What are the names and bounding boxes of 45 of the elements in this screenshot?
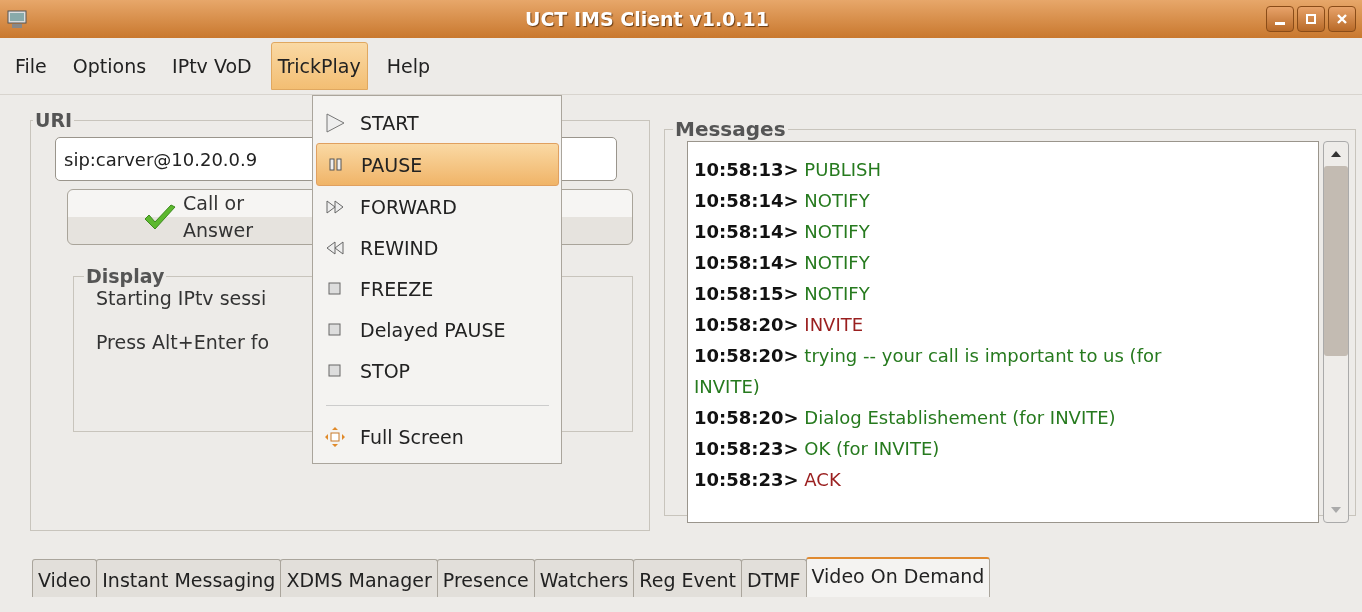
message-line: 10:58:23> OK (for INVITE) (694, 437, 941, 461)
display-text: Starting IPtv sessi (96, 287, 267, 309)
menu-item[interactable]: IPtv VoD (165, 42, 259, 90)
message-line: 10:58:20> INVITE (694, 313, 865, 337)
menu-item[interactable]: TrickPlay (270, 42, 368, 90)
tab[interactable]: Watchers (533, 559, 635, 597)
play-icon (324, 111, 346, 134)
menu-item[interactable]: File (8, 42, 54, 90)
menu-entry[interactable]: PAUSE (316, 143, 559, 186)
message-line: 10:58:20> trying -- your call is important to us (for INVITE) (694, 344, 1163, 399)
menu-entry[interactable]: Delayed PAUSE (316, 309, 559, 350)
maximize-button[interactable] (1297, 6, 1325, 32)
menu-item[interactable]: Help (379, 42, 437, 90)
menu-item[interactable]: Options (65, 42, 154, 90)
tab[interactable]: DTMF (740, 559, 807, 597)
fullscreen-icon (324, 425, 346, 448)
minimize-button[interactable] (1266, 6, 1294, 32)
group-title: URI (34, 109, 74, 131)
group-title: Display (85, 265, 166, 287)
close-icon (1335, 12, 1349, 26)
menu-entry[interactable]: STOP (316, 350, 559, 391)
message-line: 10:58:23> ACK (694, 468, 842, 492)
close-button[interactable] (1328, 6, 1356, 32)
tab[interactable]: Presence (436, 559, 535, 597)
tab[interactable]: Reg Event (633, 559, 742, 597)
message-line: 10:58:15> NOTIFY (694, 282, 871, 306)
menu-entry[interactable]: Full Screen (316, 416, 559, 457)
tab[interactable]: Video (32, 559, 98, 597)
computer-icon (6, 8, 28, 30)
message-line: 10:58:14> NOTIFY (694, 220, 871, 244)
message-line: 10:58:13> PUBLISH (694, 158, 883, 182)
group-title: Messages (674, 117, 787, 141)
maximize-icon (1304, 12, 1318, 26)
tab[interactable]: Instant Messaging (96, 559, 282, 597)
checkmark-icon (143, 202, 177, 232)
tab[interactable]: Video On Demand (805, 557, 991, 597)
window-title: UCT IMS Client v1.0.11 (524, 8, 770, 30)
message-line: 10:58:20> Dialog Establishement (for INVITE) (694, 406, 1117, 430)
display-text: Press Alt+Enter fo (96, 331, 270, 353)
message-line: 10:58:14> NOTIFY (694, 251, 871, 275)
message-line: 10:58:14> NOTIFY (694, 189, 871, 213)
tab[interactable]: XDMS Manager (280, 559, 438, 597)
menu-entry[interactable]: FREEZE (316, 268, 559, 309)
scrollbar[interactable] (1323, 141, 1349, 523)
minimize-icon (1275, 21, 1285, 25)
